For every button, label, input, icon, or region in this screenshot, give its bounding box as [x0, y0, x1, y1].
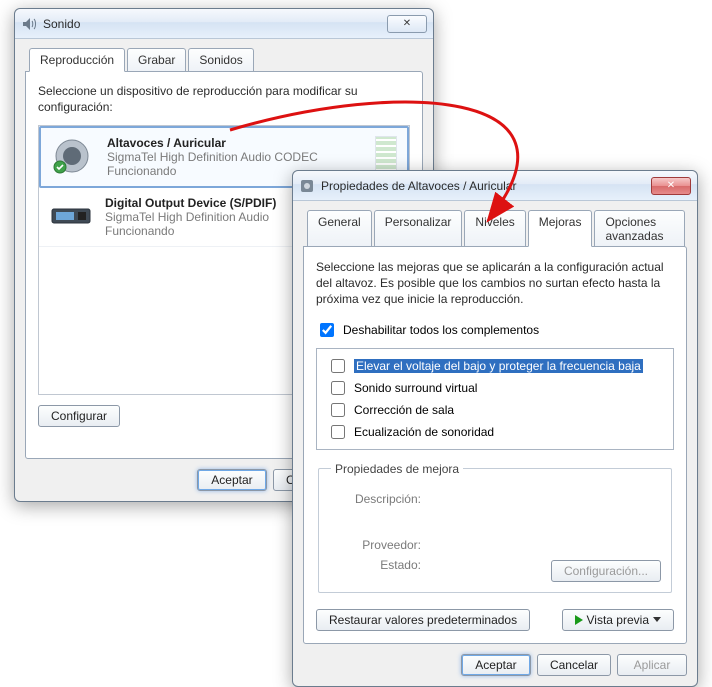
- enhancement-label: Elevar el voltaje del bajo y proteger la…: [354, 359, 643, 373]
- enhancement-properties-group: Propiedades de mejora Descripción: Prove…: [318, 462, 672, 593]
- disable-all-input[interactable]: [320, 323, 334, 337]
- enhancements-intro: Seleccione las mejoras que se aplicarán …: [316, 259, 674, 308]
- props-title: Propiedades de Altavoces / Auricular: [321, 179, 647, 193]
- props-dialog-buttons: Aceptar Cancelar Aplicar: [303, 644, 687, 676]
- enhancements-panel: Seleccione las mejoras que se aplicarán …: [303, 246, 687, 644]
- speaker-icon: [299, 178, 315, 194]
- accept-button[interactable]: Aceptar: [461, 654, 531, 676]
- enhancement-item[interactable]: Sonido surround virtual: [325, 377, 665, 399]
- props-tabs: General Personalizar Niveles Mejoras Opc…: [303, 210, 687, 247]
- disable-all-label: Deshabilitar todos los complementos: [343, 323, 539, 337]
- sound-instruction: Seleccione un dispositivo de reproducció…: [38, 84, 410, 115]
- group-title: Propiedades de mejora: [331, 462, 463, 476]
- close-icon[interactable]: ✕: [387, 15, 427, 33]
- chevron-down-icon: [653, 617, 661, 622]
- props-titlebar[interactable]: Propiedades de Altavoces / Auricular ✕: [293, 171, 697, 201]
- enhancement-checkbox[interactable]: [331, 381, 345, 395]
- speaker-device-icon: [51, 136, 97, 176]
- enhancement-item[interactable]: Elevar el voltaje del bajo y proteger la…: [325, 355, 665, 377]
- tab-enhancements[interactable]: Mejoras: [528, 210, 593, 247]
- desc-label: Descripción:: [331, 492, 421, 506]
- state-label: Estado:: [331, 558, 421, 572]
- configure-button[interactable]: Configurar: [38, 405, 120, 427]
- tab-playback[interactable]: Reproducción: [29, 48, 125, 72]
- device-name: Altavoces / Auricular: [107, 136, 367, 150]
- enhancement-label: Sonido surround virtual: [354, 381, 477, 395]
- sound-titlebar[interactable]: Sonido ✕: [15, 9, 433, 39]
- properties-dialog: Propiedades de Altavoces / Auricular ✕ G…: [292, 170, 698, 687]
- spdif-device-icon: [49, 196, 95, 236]
- device-sub: SigmaTel High Definition Audio CODEC: [107, 150, 367, 164]
- tab-levels[interactable]: Niveles: [464, 210, 525, 247]
- restore-defaults-button[interactable]: Restaurar valores predeterminados: [316, 609, 530, 631]
- enhancement-item[interactable]: Corrección de sala: [325, 399, 665, 421]
- speaker-icon: [21, 16, 37, 32]
- tab-custom[interactable]: Personalizar: [374, 210, 463, 247]
- enhancement-item[interactable]: Ecualización de sonoridad: [325, 421, 665, 443]
- preview-label: Vista previa: [587, 613, 649, 627]
- cancel-button[interactable]: Cancelar: [537, 654, 611, 676]
- enhancements-list[interactable]: Elevar el voltaje del bajo y proteger la…: [316, 348, 674, 450]
- disable-all-checkbox[interactable]: Deshabilitar todos los complementos: [316, 320, 674, 340]
- enhancement-checkbox[interactable]: [331, 425, 345, 439]
- accept-button[interactable]: Aceptar: [197, 469, 267, 491]
- tab-advanced[interactable]: Opciones avanzadas: [594, 210, 685, 247]
- close-icon[interactable]: ✕: [651, 177, 691, 195]
- enhancement-checkbox[interactable]: [331, 359, 345, 373]
- play-icon: [575, 615, 583, 625]
- sound-title: Sonido: [43, 17, 383, 31]
- apply-button[interactable]: Aplicar: [617, 654, 687, 676]
- sound-tabs: Reproducción Grabar Sonidos: [25, 48, 423, 72]
- provider-label: Proveedor:: [331, 538, 421, 552]
- tab-general[interactable]: General: [307, 210, 372, 247]
- enhancement-checkbox[interactable]: [331, 403, 345, 417]
- enhancement-label: Ecualización de sonoridad: [354, 425, 494, 439]
- enhancement-label: Corrección de sala: [354, 403, 454, 417]
- settings-button[interactable]: Configuración...: [551, 560, 661, 582]
- preview-button[interactable]: Vista previa: [562, 609, 674, 631]
- tab-record[interactable]: Grabar: [127, 48, 186, 72]
- tab-sounds[interactable]: Sonidos: [188, 48, 253, 72]
